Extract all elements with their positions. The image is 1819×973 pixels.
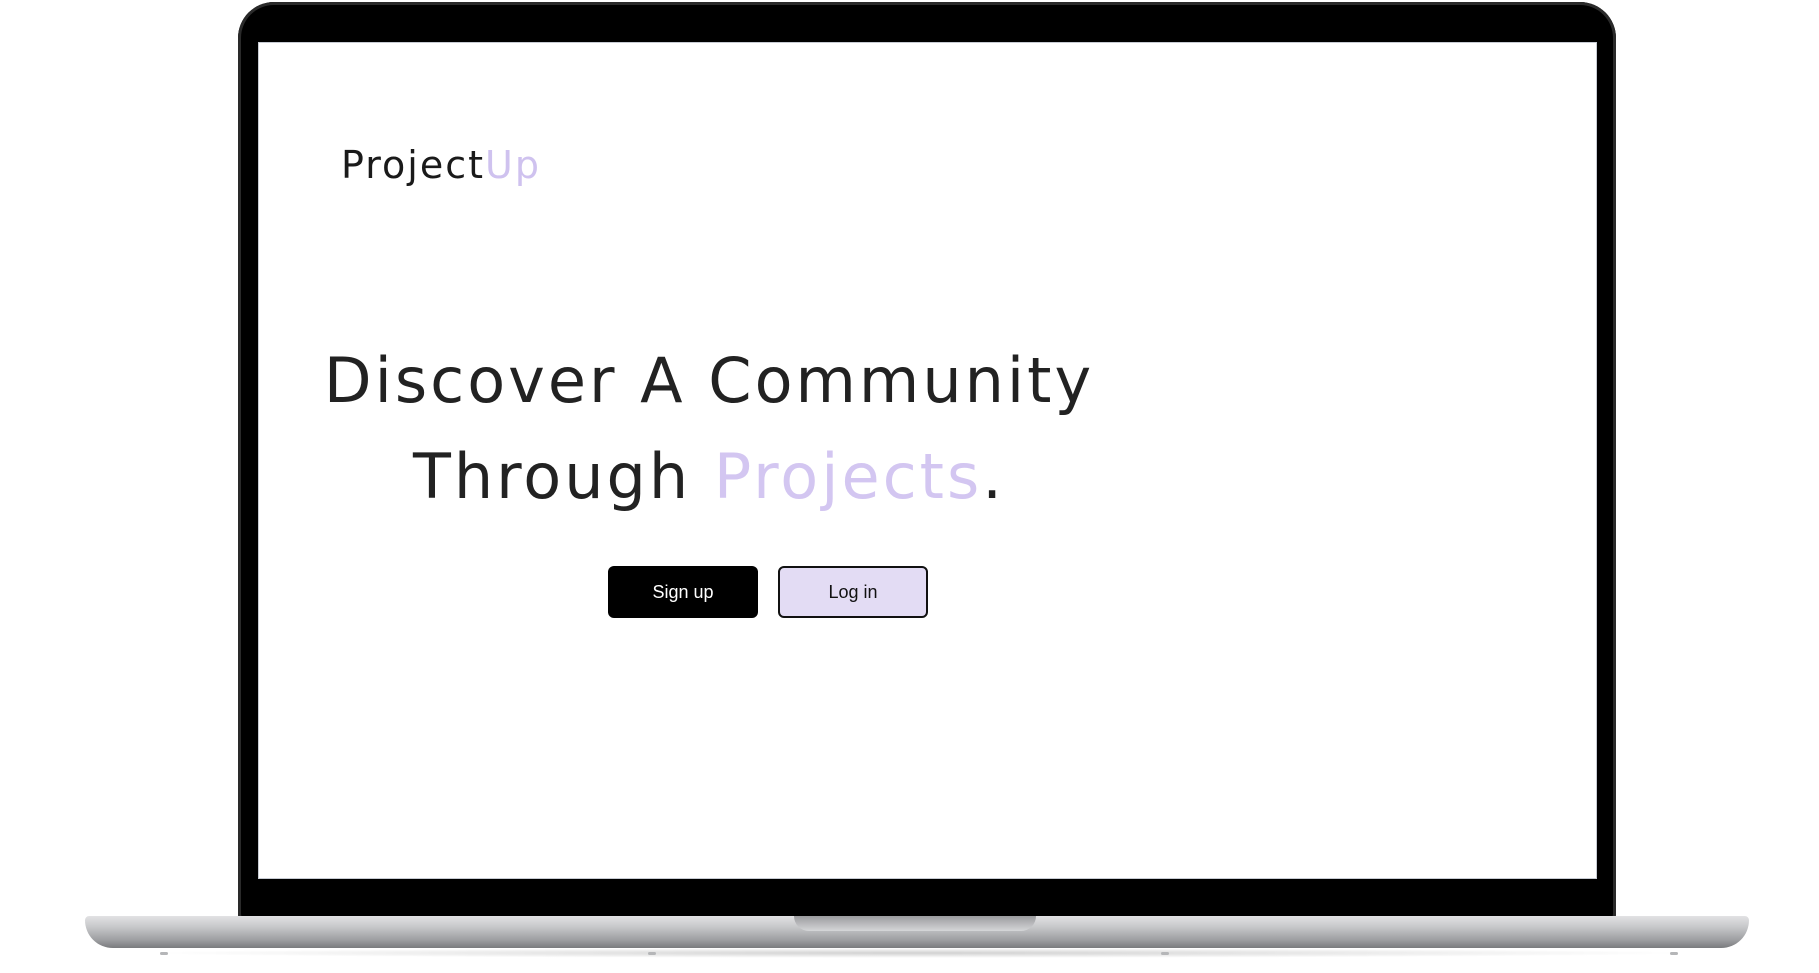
hero-line-2-accent: Projects <box>713 440 983 513</box>
brand-logo-main: Project <box>341 143 486 187</box>
hero-line-1: Discover A Community <box>323 344 1095 417</box>
login-button[interactable]: Log in <box>778 566 928 618</box>
laptop-shadow <box>140 948 1694 958</box>
laptop-foot <box>1161 952 1169 955</box>
hero-line-2: Through Projects. <box>319 429 1099 525</box>
laptop-foot <box>648 952 656 955</box>
brand-logo[interactable]: ProjectUp <box>341 143 541 187</box>
app-screen: ProjectUp Discover A Community Through P… <box>258 42 1597 879</box>
device-mockup: ProjectUp Discover A Community Through P… <box>0 0 1819 973</box>
hero-heading: Discover A Community Through Projects. <box>319 333 1099 525</box>
brand-logo-accent: Up <box>485 143 541 187</box>
hero-line-2-prefix: Through <box>412 440 714 513</box>
hero-line-2-suffix: . <box>982 440 1006 513</box>
laptop-foot <box>160 952 168 955</box>
signup-button[interactable]: Sign up <box>608 566 758 618</box>
laptop-foot <box>1670 952 1678 955</box>
laptop-hinge-notch <box>794 916 1036 931</box>
